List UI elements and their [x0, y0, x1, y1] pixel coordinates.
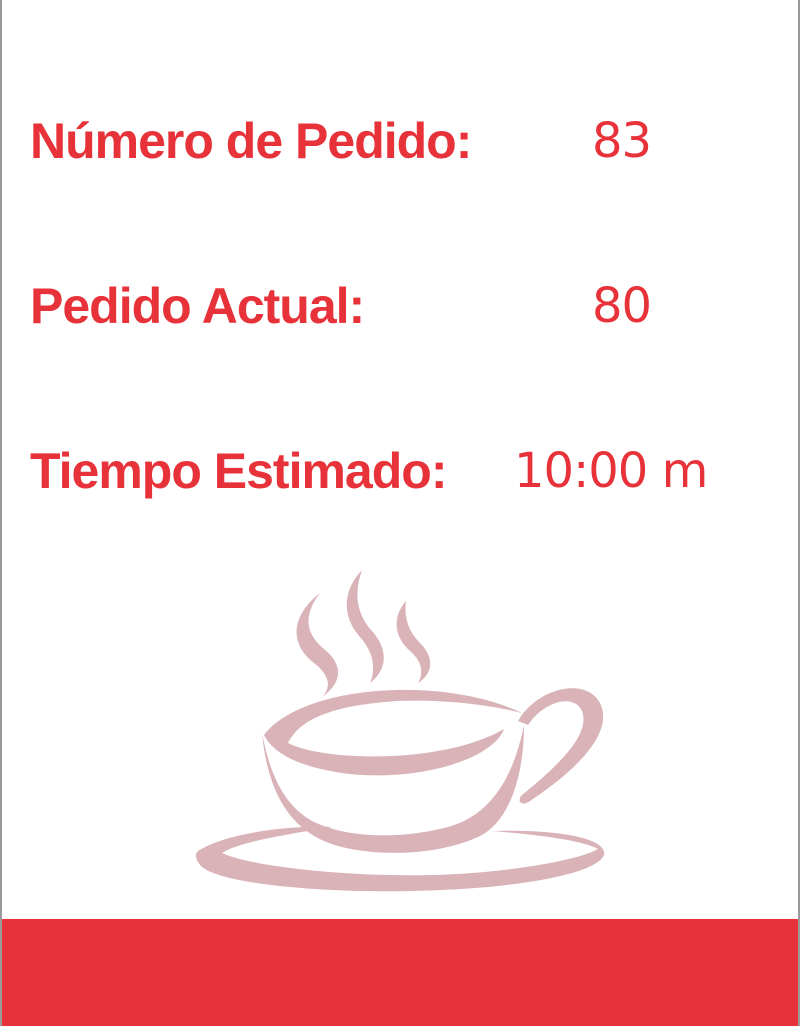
current-order-value: 80 — [592, 278, 652, 334]
current-order-row: Pedido Actual: — [30, 271, 365, 341]
estimated-time-value: 10:00 m — [514, 443, 708, 499]
cup-handle — [518, 688, 604, 804]
footer-bar — [2, 919, 798, 1026]
estimated-time-row: Tiempo Estimado: — [30, 436, 447, 506]
cup-rim — [264, 689, 522, 776]
coffee-cup-icon — [195, 570, 605, 892]
steam-left — [296, 593, 339, 697]
order-status-screen: Número de Pedido: 83 Pedido Actual: 80 T… — [0, 0, 800, 1026]
estimated-time-label: Tiempo Estimado: — [30, 443, 447, 499]
order-number-label: Número de Pedido: — [30, 113, 472, 169]
steam-middle — [346, 570, 384, 683]
order-number-row: Número de Pedido: — [30, 106, 472, 176]
current-order-label: Pedido Actual: — [30, 278, 365, 334]
order-number-value: 83 — [592, 113, 652, 169]
steam-right — [396, 601, 431, 683]
coffee-cup-shape — [195, 570, 605, 892]
